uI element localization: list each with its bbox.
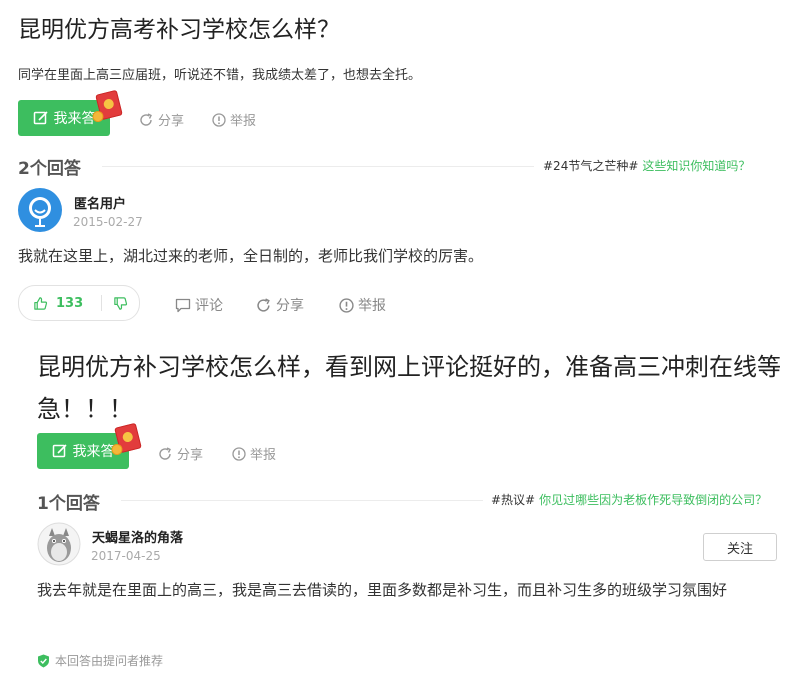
vote-box: 133 [18, 285, 140, 321]
answer-username[interactable]: 匿名用户 [74, 193, 126, 212]
share-label: 分享 [177, 448, 204, 463]
answer-count: 2个回答 [18, 159, 81, 179]
question-title: 昆明优方补习学校怎么样，看到网上评论挺好的，准备高三冲刺在线等急！！！ [37, 353, 781, 423]
report-label: 举报 [230, 114, 257, 129]
comment-icon [175, 298, 191, 312]
answer-share-button[interactable]: 分享 [257, 295, 304, 315]
anonymous-avatar-icon [18, 188, 62, 232]
report-icon [232, 446, 246, 461]
divider [102, 166, 534, 167]
hot-topic-tag: #热议# [491, 493, 536, 507]
answer-report-button[interactable]: 举报 [339, 295, 386, 315]
report-button[interactable]: 举报 [232, 444, 276, 463]
answer-button-label: 我来答 [53, 111, 96, 127]
answer-text: 我就在这里上，湖北过来的老师，全日制的，老师比我们学校的厉害。 [18, 247, 484, 265]
follow-button[interactable]: 关注 [703, 533, 777, 561]
like-button[interactable]: 133 [19, 286, 101, 320]
answer-username[interactable]: 天蝎星洛的角落 [92, 527, 183, 546]
comment-label: 评论 [195, 298, 223, 314]
thumb-up-icon [34, 296, 48, 310]
recommended-badge: 本回答由提问者推荐 [37, 652, 163, 669]
report-icon [339, 297, 354, 313]
dislike-button[interactable] [102, 286, 139, 320]
share-label: 分享 [158, 114, 185, 129]
hot-topic-link[interactable]: 这些知识你知道吗？ [642, 159, 750, 173]
share-icon [159, 446, 171, 460]
comment-button[interactable]: 评论 [175, 295, 223, 315]
share-button[interactable]: 分享 [140, 110, 184, 129]
share-button[interactable]: 分享 [159, 444, 203, 463]
divider [121, 500, 483, 501]
like-count: 133 [56, 295, 84, 311]
answer-text: 我去年就是在里面上的高三，我是高三去借读的，里面多数都是补习生，而且补习生多的班… [37, 581, 728, 599]
question-description: 同学在里面上高三应届班，听说还不错，我成绩太差了，也想去全托。 [18, 68, 422, 83]
totoro-avatar-icon [37, 522, 81, 566]
answer-date: 2015-02-27 [73, 215, 143, 229]
answer-date: 2017-04-25 [91, 549, 161, 563]
answer-share-label: 分享 [276, 298, 304, 314]
shield-check-icon [38, 654, 49, 667]
share-icon [140, 112, 152, 126]
hot-topic: #24节气之芒种# 这些知识你知道吗？ [543, 157, 750, 174]
answer-button-label: 我来答 [72, 444, 115, 460]
answer-count: 1个回答 [37, 494, 100, 514]
share-icon [257, 297, 270, 312]
avatar[interactable] [37, 522, 81, 566]
recommended-label: 本回答由提问者推荐 [55, 654, 164, 668]
pen-icon [52, 444, 67, 458]
red-packet-icon[interactable] [91, 89, 123, 124]
report-icon [212, 112, 226, 127]
avatar[interactable] [18, 188, 62, 232]
thumb-down-icon [114, 296, 128, 310]
report-button[interactable]: 举报 [212, 110, 256, 129]
hot-topic-tag: #24节气之芒种# [543, 159, 639, 173]
hot-topic: #热议# 你见过哪些因为老板作死导致倒闭的公司？ [491, 491, 767, 508]
question-title: 昆明优方高考补习学校怎么样？ [18, 17, 340, 43]
report-label: 举报 [250, 448, 277, 463]
hot-topic-link[interactable]: 你见过哪些因为老板作死导致倒闭的公司？ [539, 493, 767, 507]
pen-icon [33, 111, 48, 125]
answer-report-label: 举报 [358, 298, 386, 314]
